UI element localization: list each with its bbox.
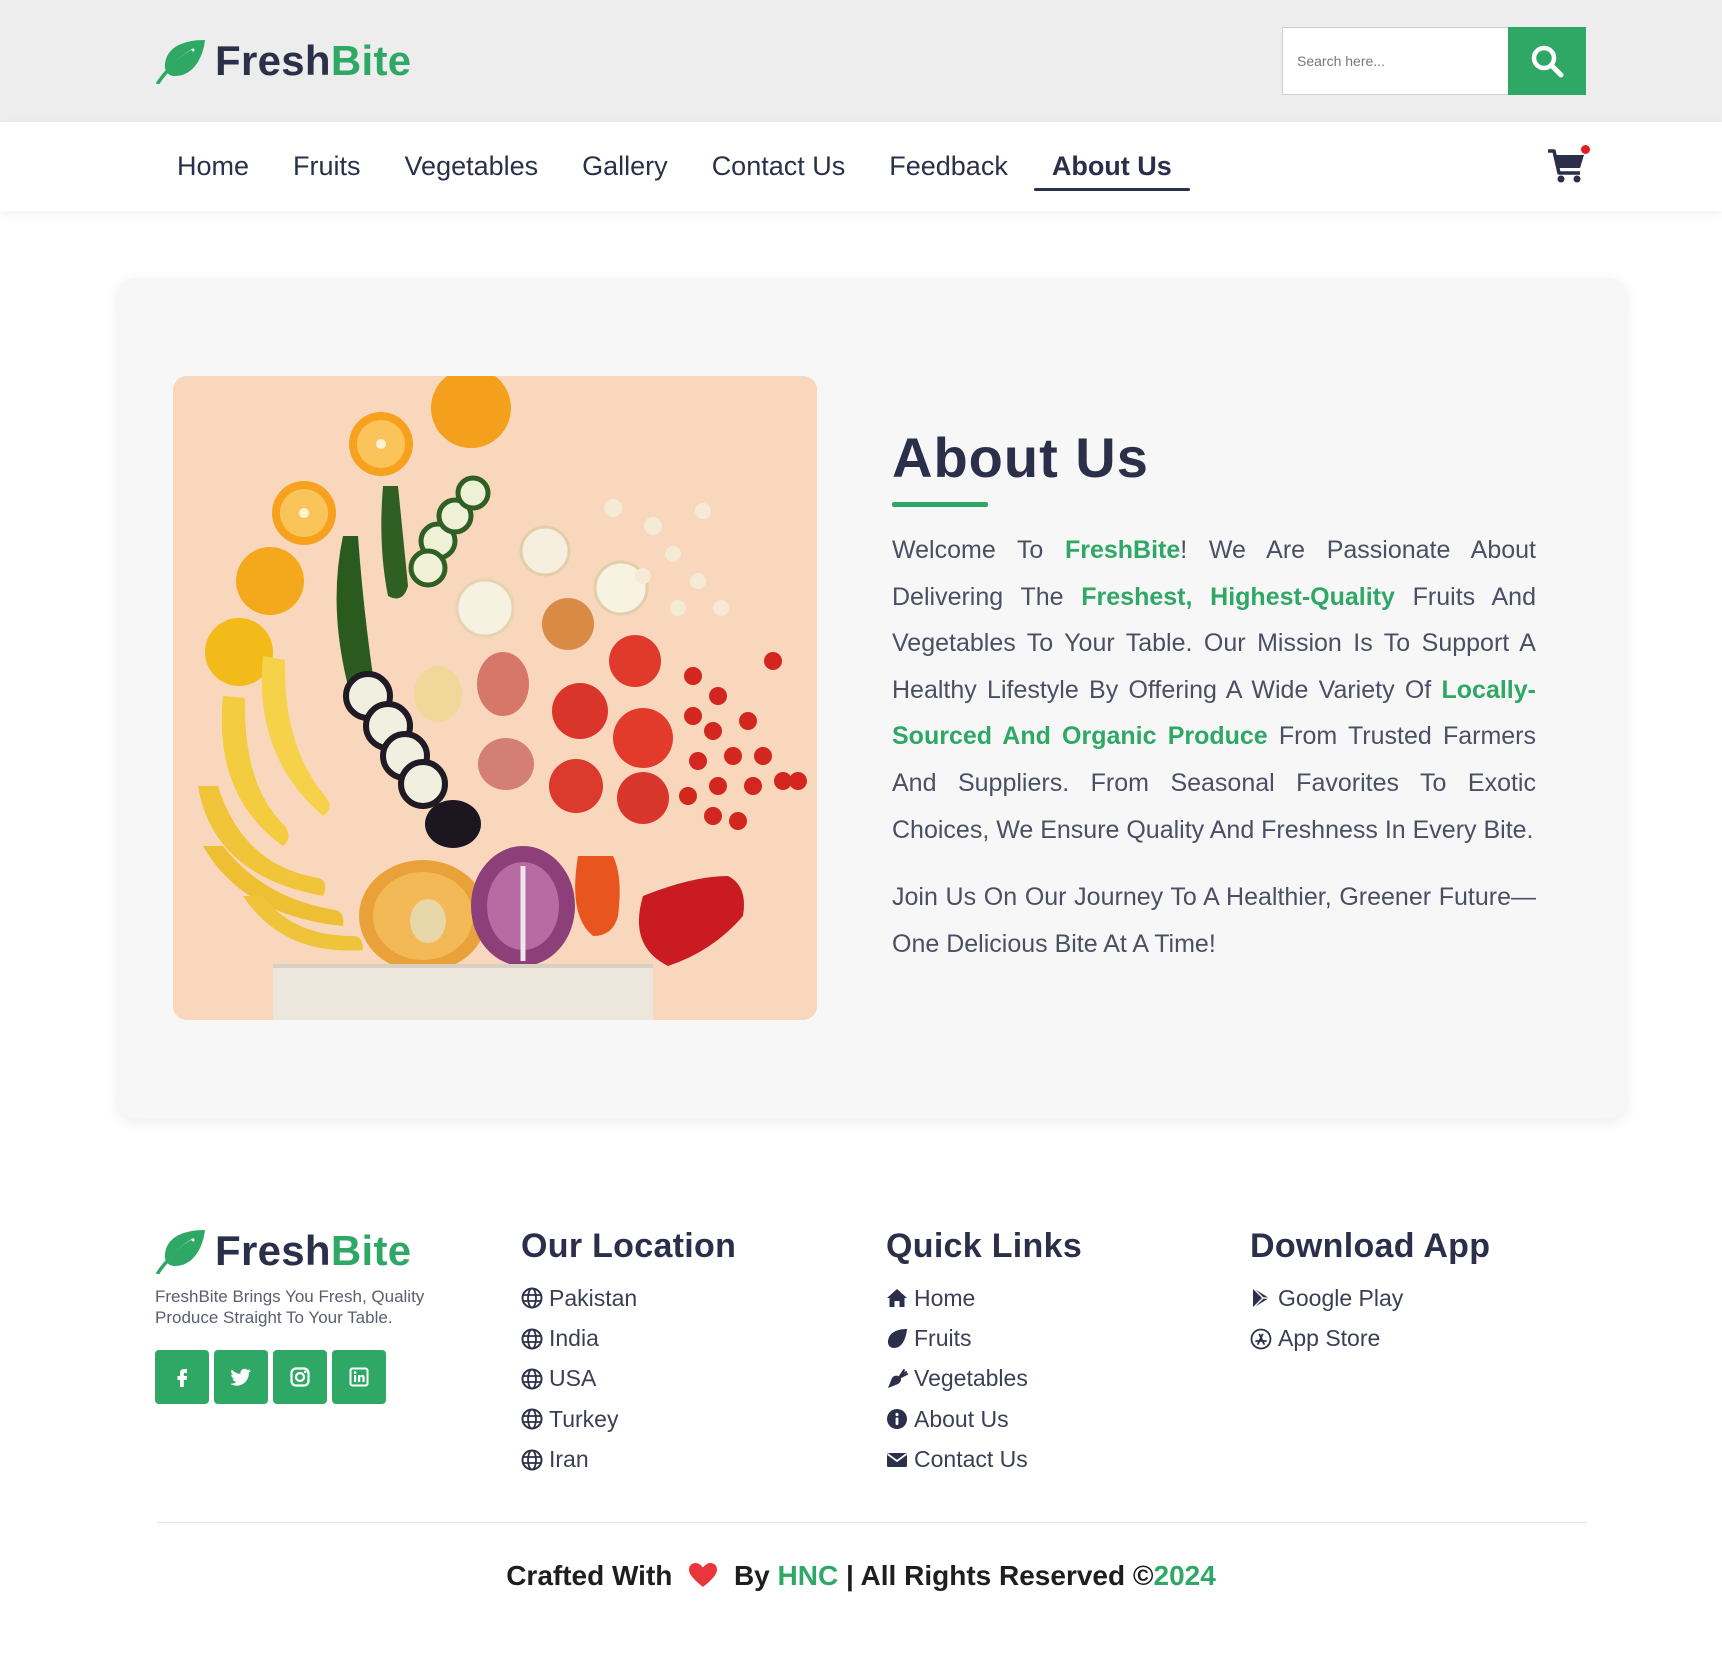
logo-text-fresh: Fresh: [215, 37, 331, 84]
header-logo[interactable]: FreshBite: [155, 38, 411, 84]
app-store-icon: [1250, 1328, 1272, 1349]
instagram-button[interactable]: [273, 1350, 327, 1404]
location-item[interactable]: India: [521, 1318, 736, 1358]
logo-text-bite: Bite: [330, 37, 412, 84]
about-content: About Us Welcome To FreshBite! We Are Pa…: [892, 426, 1536, 967]
footer-location-column: Our Location Pakistan India USA Turkey I…: [521, 1226, 736, 1480]
search-button[interactable]: [1508, 27, 1586, 95]
twitter-icon: [230, 1368, 251, 1386]
globe-icon: [521, 1368, 543, 1390]
location-item[interactable]: USA: [521, 1359, 736, 1399]
cart-button[interactable]: [1546, 142, 1590, 186]
nav-contact-us[interactable]: Contact Us: [690, 122, 868, 211]
p1-highlight-quality: Freshest, Highest-Quality: [1081, 582, 1395, 611]
copyright-text-2: By: [733, 1560, 770, 1591]
footer-logo[interactable]: FreshBite: [155, 1228, 445, 1274]
nav-vegetables[interactable]: Vegetables: [383, 122, 561, 211]
quick-link-vegetables[interactable]: Vegetables: [886, 1359, 1082, 1399]
google-play-label: Google Play: [1278, 1284, 1404, 1311]
home-icon: [887, 1289, 907, 1308]
footer-brand-column: FreshBite FreshBite Brings You Fresh, Qu…: [155, 1228, 445, 1404]
location-item[interactable]: Turkey: [521, 1399, 736, 1439]
copyright-text-1: Crafted With: [506, 1560, 673, 1591]
copyright-author[interactable]: HNC: [778, 1560, 839, 1591]
copyright: Crafted With By HNC | All Rights Reserve…: [0, 1560, 1722, 1592]
globe-icon: [521, 1449, 543, 1471]
facebook-button[interactable]: [155, 1350, 209, 1404]
twitter-button[interactable]: [214, 1350, 268, 1404]
top-bar: FreshBite: [0, 0, 1722, 122]
nav-feedback[interactable]: Feedback: [867, 122, 1030, 211]
search-icon: [1531, 45, 1564, 78]
instagram-icon: [290, 1367, 310, 1387]
google-play-link[interactable]: Google Play: [1250, 1278, 1490, 1318]
google-play-icon: [1252, 1287, 1269, 1309]
p1-text-1: Welcome To: [892, 536, 1065, 564]
leaf-icon: [887, 1328, 907, 1348]
location-label: India: [549, 1325, 599, 1352]
globe-icon: [521, 1328, 543, 1350]
location-item[interactable]: Pakistan: [521, 1278, 736, 1318]
globe-icon: [521, 1287, 543, 1309]
footer-logo-text-bite: Bite: [330, 1227, 412, 1274]
footer-download-column: Download App Google Play App Store: [1250, 1226, 1490, 1359]
copyright-year: 2024: [1153, 1560, 1216, 1591]
about-paragraph-1: Welcome To FreshBite! We Are Passionate …: [892, 527, 1536, 853]
quick-link-fruits[interactable]: Fruits: [886, 1318, 1082, 1358]
footer-quick-links-column: Quick Links Home Fruits Vegetables About…: [886, 1226, 1082, 1480]
quick-links-heading: Quick Links: [886, 1227, 1083, 1265]
leaf-icon: [156, 1230, 205, 1274]
location-label: Turkey: [549, 1405, 619, 1432]
quick-link-home[interactable]: Home: [886, 1278, 1082, 1318]
social-links: [155, 1350, 445, 1404]
globe-icon: [521, 1408, 543, 1430]
copyright-text-3: | All Rights Reserved ©: [845, 1560, 1154, 1591]
nav-gallery[interactable]: Gallery: [560, 122, 690, 211]
footer-tagline: FreshBite Brings You Fresh, Quality Prod…: [155, 1287, 425, 1327]
linkedin-icon: [349, 1367, 369, 1387]
cart-badge: [1581, 145, 1590, 154]
carrot-icon: [888, 1368, 908, 1388]
location-label: Pakistan: [549, 1284, 638, 1311]
about-paragraph-2: Join Us On Our Journey To A Healthier, G…: [892, 883, 1536, 958]
quick-link-contact[interactable]: Contact Us: [886, 1440, 1082, 1480]
leaf-icon: [156, 40, 205, 84]
footer-logo-text-fresh: Fresh: [215, 1227, 331, 1274]
location-item[interactable]: Iran: [521, 1440, 736, 1480]
main-nav: Home Fruits Vegetables Gallery Contact U…: [0, 122, 1722, 211]
title-underline: [892, 502, 988, 507]
search-input[interactable]: [1282, 27, 1508, 95]
produce-photo: [173, 376, 817, 1020]
quick-link-label: Vegetables: [914, 1365, 1028, 1392]
search-bar: [1282, 27, 1586, 95]
location-heading: Our Location: [521, 1227, 737, 1265]
quick-link-label: About Us: [914, 1405, 1009, 1432]
info-icon: [887, 1409, 907, 1430]
heart-icon: [689, 1563, 718, 1587]
p1-highlight-brand: FreshBite: [1064, 536, 1181, 564]
quick-link-label: Contact Us: [914, 1446, 1028, 1473]
shopping-cart-icon: [1548, 149, 1584, 183]
nav-home[interactable]: Home: [155, 122, 271, 211]
footer-divider: [157, 1522, 1587, 1523]
app-store-label: App Store: [1278, 1325, 1381, 1352]
linkedin-button[interactable]: [332, 1350, 386, 1404]
facebook-icon: [177, 1369, 187, 1387]
about-title: About Us: [892, 426, 1149, 489]
nav-about-us[interactable]: About Us: [1030, 122, 1194, 211]
quick-link-label: Fruits: [914, 1325, 972, 1352]
quick-link-label: Home: [914, 1284, 976, 1311]
nav-fruits[interactable]: Fruits: [271, 122, 383, 211]
envelope-icon: [886, 1452, 908, 1467]
quick-link-about[interactable]: About Us: [886, 1399, 1082, 1439]
location-label: USA: [549, 1365, 597, 1392]
about-card: About Us Welcome To FreshBite! We Are Pa…: [118, 278, 1626, 1118]
location-label: Iran: [549, 1446, 589, 1473]
app-store-link[interactable]: App Store: [1250, 1318, 1490, 1358]
download-heading: Download App: [1250, 1227, 1491, 1265]
